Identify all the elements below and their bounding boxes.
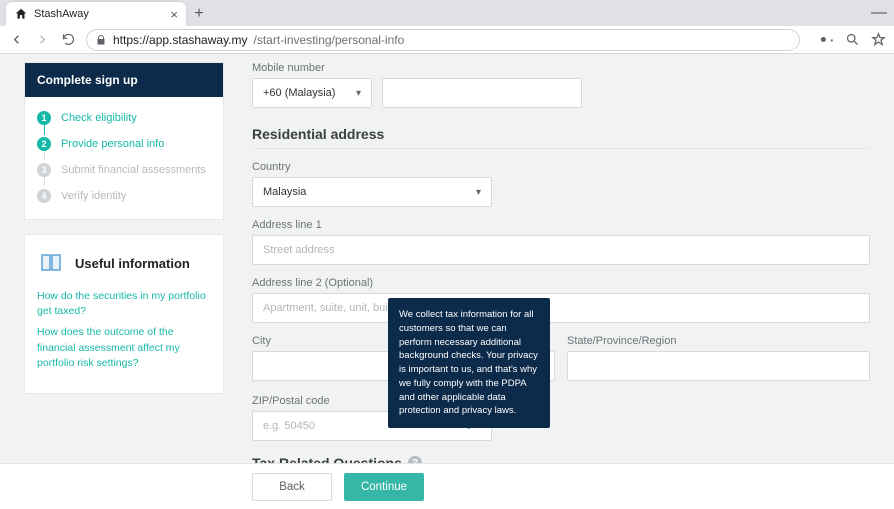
info-link-financial-assessment[interactable]: How does the outcome of the financial as…: [37, 325, 211, 371]
form-main: Mobile number +60 (Malaysia) ▾ Residenti…: [252, 62, 870, 509]
tab-title: StashAway: [34, 8, 166, 20]
step-check-eligibility[interactable]: 1 Check eligibility: [37, 105, 211, 131]
country-label: Country: [252, 161, 492, 173]
lock-icon: [95, 34, 107, 46]
useful-info-card: Useful information How do the securities…: [24, 234, 224, 394]
step-financial-assessment: 3 Submit financial assessments: [37, 157, 211, 183]
new-tab-button[interactable]: +: [186, 2, 212, 26]
star-icon[interactable]: [870, 32, 886, 48]
signup-progress-card: Complete sign up 1 Check eligibility 2 P…: [24, 62, 224, 220]
signup-progress-header: Complete sign up: [25, 63, 223, 97]
url-path: /start-investing/personal-info: [254, 33, 405, 47]
window-minimize-icon[interactable]: —: [864, 0, 894, 26]
step-verify-identity: 4 Verify identity: [37, 183, 211, 209]
chevron-down-icon: ▾: [476, 187, 481, 198]
url-bar[interactable]: https://app.stashaway.my/start-investing…: [86, 29, 800, 51]
mobile-number-input[interactable]: [382, 78, 582, 108]
back-icon[interactable]: [8, 32, 24, 48]
close-icon[interactable]: ×: [170, 7, 178, 22]
page: Complete sign up 1 Check eligibility 2 P…: [0, 54, 894, 509]
browser-toolbar: https://app.stashaway.my/start-investing…: [0, 26, 894, 54]
mobile-country-code-select[interactable]: +60 (Malaysia) ▾: [252, 78, 372, 108]
continue-button[interactable]: Continue: [344, 473, 424, 501]
chevron-down-icon: ▾: [356, 88, 361, 99]
info-link-securities-tax[interactable]: How do the securities in my portfolio ge…: [37, 289, 211, 319]
book-icon: [37, 249, 65, 277]
footer-bar: Back Continue: [0, 463, 894, 509]
reload-icon[interactable]: [60, 32, 76, 48]
url-host: https://app.stashaway.my: [113, 33, 248, 47]
browser-tabbar: StashAway × + —: [0, 0, 894, 26]
forward-icon[interactable]: [34, 32, 50, 48]
address2-label: Address line 2 (Optional): [252, 277, 870, 289]
zoom-icon[interactable]: [844, 32, 860, 48]
state-label: State/Province/Region: [567, 335, 870, 347]
residential-heading: Residential address: [252, 126, 870, 149]
useful-info-title: Useful information: [75, 256, 190, 271]
state-input[interactable]: [567, 351, 870, 381]
step-personal-info[interactable]: 2 Provide personal info: [37, 131, 211, 157]
browser-tab[interactable]: StashAway ×: [6, 2, 186, 26]
address-line2-input[interactable]: [252, 293, 870, 323]
back-button[interactable]: Back: [252, 473, 332, 501]
country-select[interactable]: Malaysia ▾: [252, 177, 492, 207]
address-line1-input[interactable]: [252, 235, 870, 265]
home-icon: [14, 7, 28, 21]
address1-label: Address line 1: [252, 219, 870, 231]
mobile-label: Mobile number: [252, 62, 870, 74]
tax-info-tooltip: We collect tax information for all custo…: [388, 298, 550, 428]
key-icon[interactable]: [818, 32, 834, 48]
